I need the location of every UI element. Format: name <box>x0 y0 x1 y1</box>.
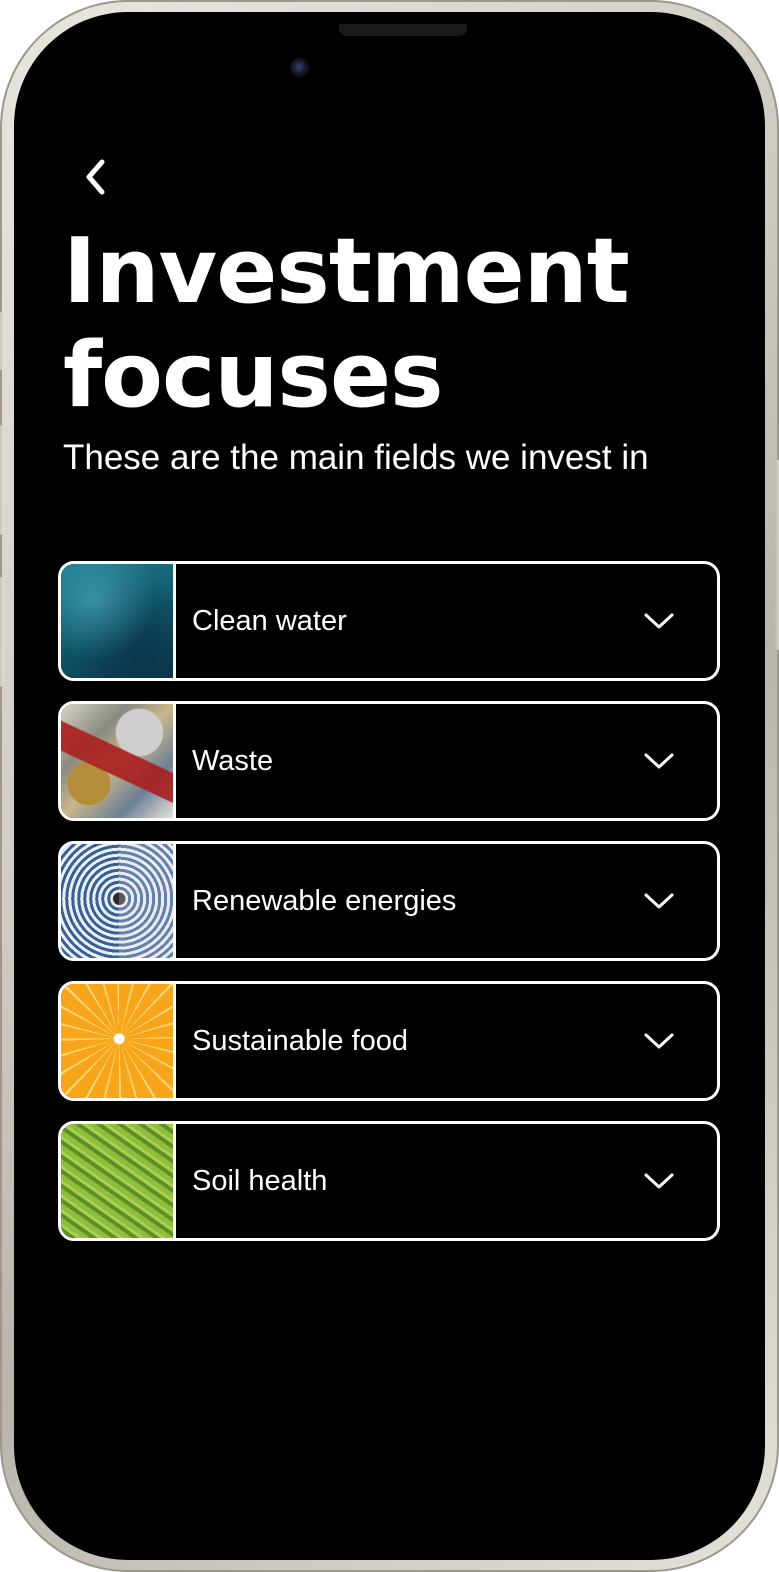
back-button[interactable] <box>76 157 116 197</box>
focus-item-label: Waste <box>192 744 274 777</box>
focus-item-renewable-energies[interactable]: Renewable energies <box>58 841 720 961</box>
chevron-down-icon <box>639 1161 679 1201</box>
soil-image <box>61 1124 176 1238</box>
waste-image <box>61 704 176 818</box>
focus-item-label: Clean water <box>192 604 347 637</box>
mute-switch <box>0 312 4 370</box>
focus-item-label: Soil health <box>192 1164 328 1197</box>
focus-item-label: Renewable energies <box>192 884 457 917</box>
food-image <box>61 984 176 1098</box>
chevron-down-icon <box>639 741 679 781</box>
water-image <box>61 564 176 678</box>
front-camera <box>290 58 310 78</box>
chevron-left-icon <box>86 159 105 195</box>
focus-item-sustainable-food[interactable]: Sustainable food <box>58 981 720 1101</box>
volume-down-button <box>0 577 4 687</box>
focus-item-soil-health[interactable]: Soil health <box>58 1121 720 1241</box>
chevron-down-icon <box>639 601 679 641</box>
speaker-slot <box>339 24 467 36</box>
screen: Investment focuses These are the main fi… <box>14 12 765 1560</box>
energy-image <box>61 844 176 958</box>
focus-item-label: Sustainable food <box>192 1024 409 1057</box>
focus-item-clean-water[interactable]: Clean water <box>58 561 720 681</box>
page-subtitle: These are the main fields we invest in <box>63 438 649 477</box>
focus-list: Clean water Waste Renewable energies Sus… <box>58 561 720 1241</box>
power-button <box>775 460 779 650</box>
volume-up-button <box>0 425 4 535</box>
page-title: Investment focuses <box>63 219 630 428</box>
focus-item-waste[interactable]: Waste <box>58 701 720 821</box>
chevron-down-icon <box>639 1021 679 1061</box>
phone-frame: Investment focuses These are the main fi… <box>0 0 779 1572</box>
chevron-down-icon <box>639 881 679 921</box>
